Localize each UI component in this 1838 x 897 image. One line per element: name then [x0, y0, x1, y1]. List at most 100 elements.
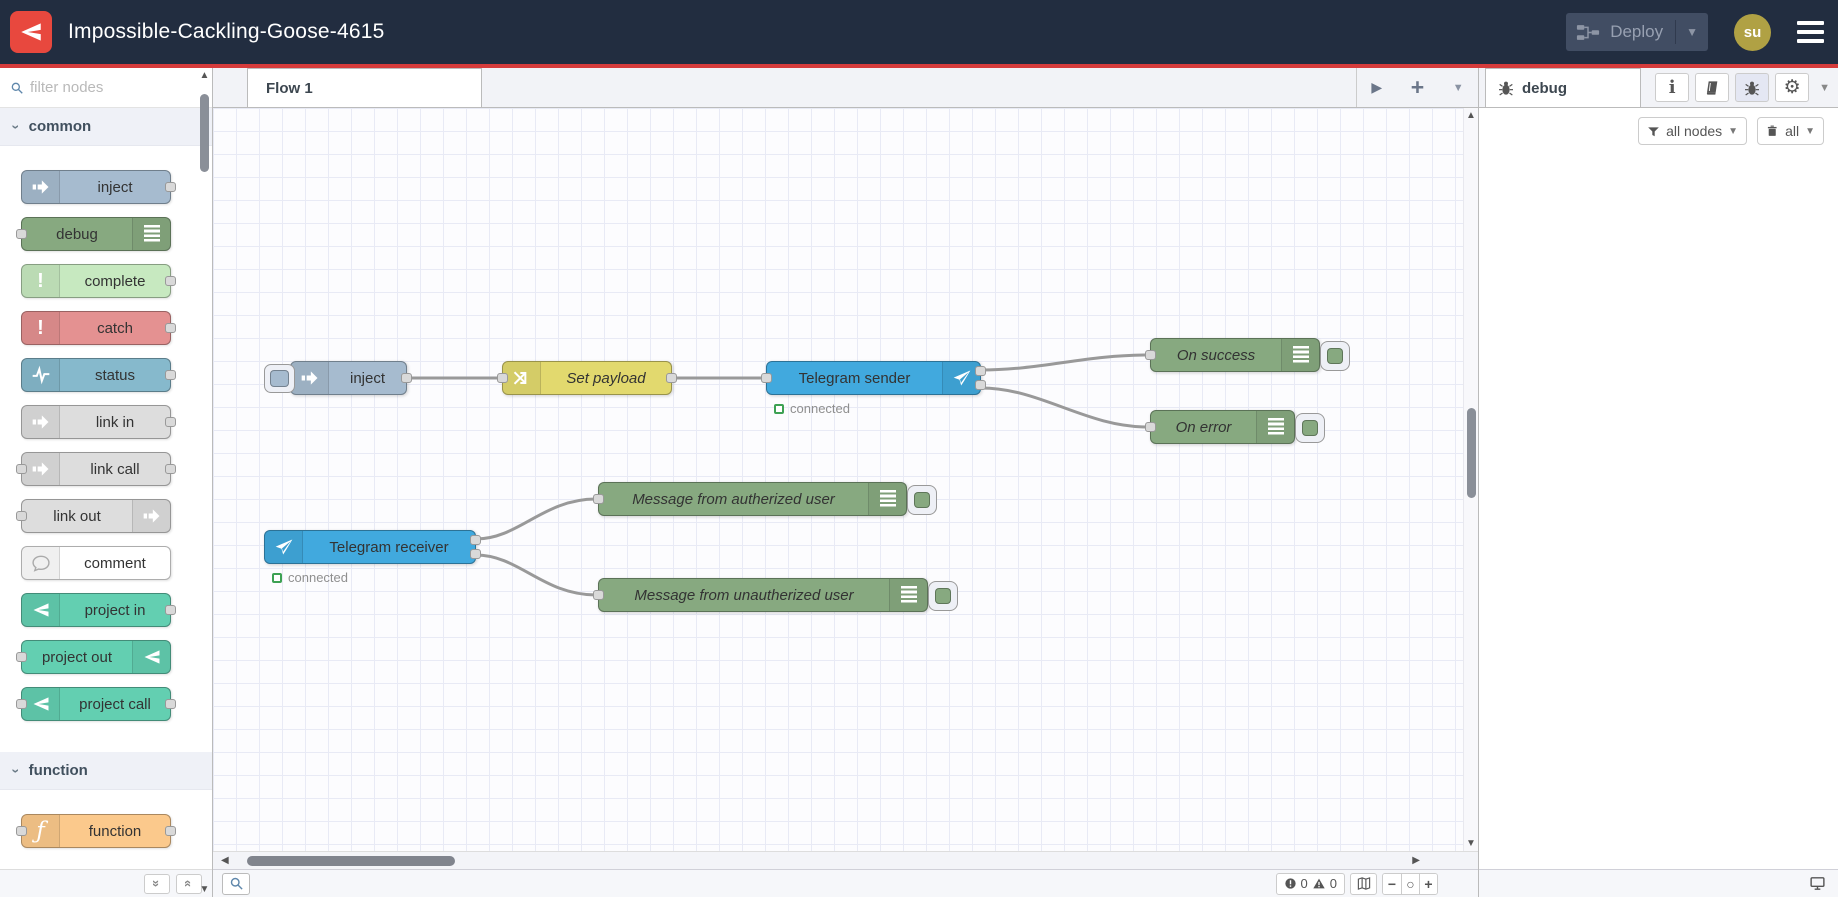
scroll-right-icon[interactable]: ▶: [1412, 855, 1420, 866]
config-tab-button[interactable]: ⚙: [1775, 73, 1810, 102]
output-port-2[interactable]: [975, 380, 986, 390]
palette-scrollbar[interactable]: ▲ ▼: [197, 70, 212, 895]
palette-node-function[interactable]: ƒ function: [16, 814, 176, 848]
output-port[interactable]: [165, 826, 176, 836]
palette-node-inject[interactable]: inject: [21, 170, 176, 204]
help-tab-button[interactable]: [1695, 73, 1730, 102]
debug-toggle-button[interactable]: [1295, 413, 1325, 443]
palette-node-catch[interactable]: ! catch: [21, 311, 176, 345]
notification-counts[interactable]: 0 0: [1275, 872, 1345, 895]
flow-list-caret[interactable]: ▼: [1453, 82, 1464, 94]
scroll-down-icon[interactable]: ▼: [1466, 838, 1476, 849]
scroll-down-icon[interactable]: ▼: [197, 884, 212, 895]
input-port[interactable]: [16, 464, 27, 474]
input-port[interactable]: [16, 699, 27, 709]
input-port[interactable]: [593, 494, 604, 504]
deploy-options-caret[interactable]: ▼: [1686, 25, 1698, 39]
info-tab-button[interactable]: i: [1655, 73, 1690, 102]
palette-node-link-out[interactable]: link out: [16, 499, 171, 533]
telegram-receiver-node[interactable]: Telegram receiver: [264, 530, 481, 564]
msg-unauthorized-node[interactable]: Message from unautherized user: [593, 578, 958, 612]
debug-toggle-button[interactable]: [1320, 341, 1350, 371]
palette-node-link-in[interactable]: link in: [21, 405, 176, 439]
scroll-up-icon[interactable]: ▲: [197, 70, 212, 81]
output-port-1[interactable]: [470, 535, 481, 545]
output-port[interactable]: [165, 464, 176, 474]
node-label: inject: [349, 369, 386, 387]
palette-node-project-call[interactable]: project call: [16, 687, 176, 721]
palette-node-link-call[interactable]: link call: [16, 452, 176, 486]
msg-authorized-node[interactable]: Message from autherized user: [593, 482, 937, 516]
debug-toggle-button[interactable]: [928, 581, 958, 611]
palette-node-debug[interactable]: debug: [16, 217, 171, 251]
open-window-icon[interactable]: [1809, 875, 1826, 892]
input-port[interactable]: [16, 652, 27, 662]
palette-node-project-in[interactable]: project in: [21, 593, 176, 627]
output-port[interactable]: [165, 699, 176, 709]
debug-messages-panel[interactable]: [1479, 154, 1838, 869]
node-icon-region: [22, 406, 60, 438]
deploy-label: Deploy: [1610, 22, 1664, 41]
palette-node-status[interactable]: status: [21, 358, 176, 392]
palette-node-project-out[interactable]: project out: [16, 640, 171, 674]
debug-toggle-button[interactable]: [907, 485, 937, 515]
tab-flow-1[interactable]: Flow 1: [247, 68, 482, 107]
zoom-in-button[interactable]: +: [1419, 873, 1437, 894]
palette-search: [0, 68, 212, 108]
on-error-node[interactable]: On error: [1145, 410, 1325, 444]
zoom-reset-button[interactable]: ○: [1401, 873, 1419, 894]
user-avatar[interactable]: su: [1734, 13, 1771, 51]
app-logo[interactable]: [10, 11, 52, 53]
output-port[interactable]: [165, 605, 176, 615]
canvas-hscrollbar[interactable]: ◀ ▶: [213, 851, 1478, 869]
input-port[interactable]: [16, 229, 27, 239]
on-success-node[interactable]: On success: [1145, 338, 1350, 372]
scroll-left-icon[interactable]: ◀: [221, 855, 229, 866]
canvas-vscrollbar[interactable]: ▲ ▼: [1463, 108, 1478, 851]
input-port[interactable]: [761, 373, 772, 383]
next-tab-icon[interactable]: ▶: [1371, 79, 1382, 96]
output-port[interactable]: [666, 373, 677, 383]
input-port[interactable]: [593, 590, 604, 600]
palette-node-comment[interactable]: comment: [21, 546, 171, 580]
debug-clear-button[interactable]: all ▼: [1757, 117, 1824, 145]
main-menu-button[interactable]: [1797, 21, 1824, 43]
input-port[interactable]: [1145, 422, 1156, 432]
navigator-button[interactable]: [1350, 872, 1377, 895]
inject-button[interactable]: [264, 364, 295, 393]
input-port[interactable]: [497, 373, 508, 383]
input-port[interactable]: [16, 511, 27, 521]
output-port[interactable]: [165, 323, 176, 333]
zoom-out-button[interactable]: −: [1383, 873, 1401, 894]
output-port-2[interactable]: [470, 549, 481, 559]
scroll-up-icon[interactable]: ▲: [1466, 110, 1476, 121]
output-port[interactable]: [401, 373, 412, 383]
add-flow-button[interactable]: +: [1411, 76, 1424, 99]
telegram-sender-node[interactable]: Telegram sender: [761, 361, 986, 395]
tab-debug[interactable]: debug: [1485, 68, 1641, 107]
sidebar-menu-caret[interactable]: ▼: [1819, 82, 1830, 94]
deploy-button[interactable]: Deploy ▼: [1566, 13, 1708, 51]
output-port-1[interactable]: [975, 366, 986, 376]
palette-category-common[interactable]: › common: [0, 108, 212, 146]
output-port[interactable]: [165, 417, 176, 427]
debug-filter-button[interactable]: all nodes ▼: [1638, 117, 1748, 145]
canvas-hscroll-thumb[interactable]: [247, 856, 455, 866]
palette-scrollbar-thumb[interactable]: [200, 94, 209, 172]
search-flows-button[interactable]: [222, 872, 250, 895]
palette-node-complete[interactable]: ! complete: [21, 264, 176, 298]
canvas-vscroll-thumb[interactable]: [1467, 408, 1476, 498]
output-port[interactable]: [165, 182, 176, 192]
inject-node[interactable]: inject: [264, 361, 412, 395]
flow-canvas[interactable]: inject Set payload Telegram sender connecte…: [213, 108, 1478, 851]
set-payload-node[interactable]: Set payload: [497, 361, 677, 395]
input-port[interactable]: [1145, 350, 1156, 360]
filter-nodes-input[interactable]: [30, 79, 180, 96]
output-port[interactable]: [165, 370, 176, 380]
palette-category-function[interactable]: › function: [0, 752, 212, 790]
input-port[interactable]: [16, 826, 27, 836]
collapse-all-button[interactable]: »: [144, 873, 170, 894]
output-port[interactable]: [165, 276, 176, 286]
debug-tab-button[interactable]: [1735, 73, 1770, 102]
chevron-down-icon: ▼: [1728, 125, 1739, 137]
